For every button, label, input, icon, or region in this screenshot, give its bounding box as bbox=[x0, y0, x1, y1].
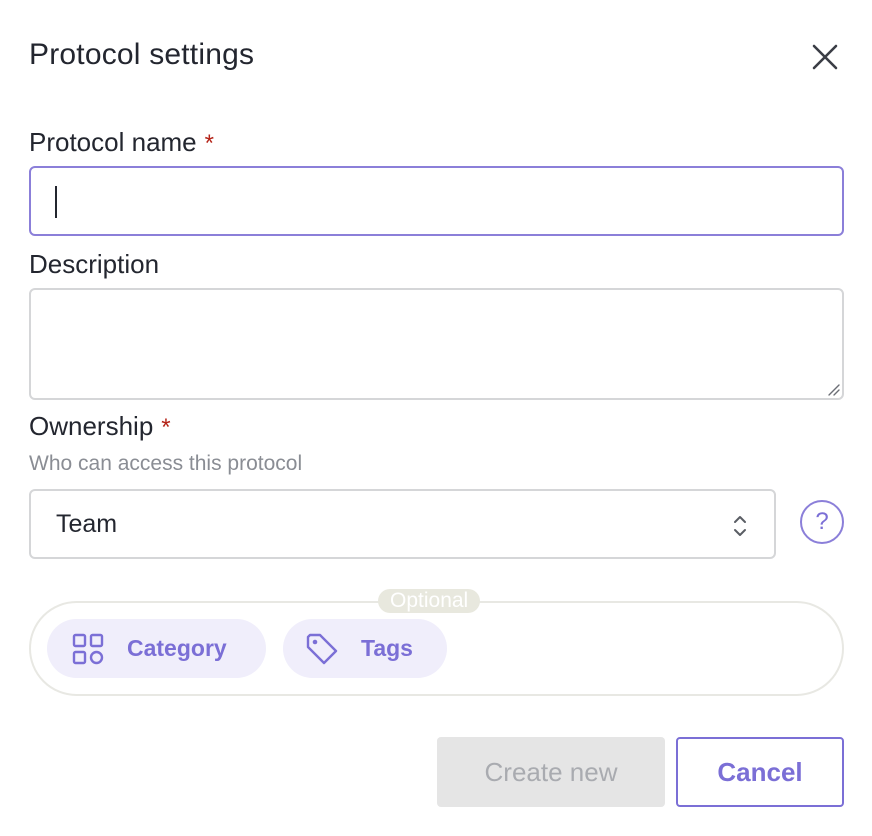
tags-chip[interactable]: Tags bbox=[283, 619, 447, 678]
protocol-name-label: Protocol name * bbox=[29, 127, 214, 158]
cancel-button[interactable]: Cancel bbox=[676, 737, 844, 807]
ownership-selected-value: Team bbox=[56, 509, 118, 538]
question-mark-icon: ? bbox=[815, 508, 829, 535]
required-mark: * bbox=[161, 414, 171, 441]
close-button[interactable] bbox=[806, 38, 844, 76]
protocol-settings-dialog: Protocol settings Protocol name * Descrip… bbox=[0, 0, 872, 836]
category-chip[interactable]: Category bbox=[47, 619, 266, 678]
protocol-name-label-text: Protocol name bbox=[29, 127, 197, 157]
grid-icon bbox=[71, 632, 105, 666]
required-mark: * bbox=[204, 130, 214, 157]
dialog-title: Protocol settings bbox=[29, 38, 255, 71]
ownership-label: Ownership * bbox=[29, 411, 171, 442]
ownership-select[interactable]: Team bbox=[29, 489, 776, 559]
ownership-label-text: Ownership bbox=[29, 411, 154, 441]
text-caret bbox=[55, 186, 57, 218]
optional-badge: Optional bbox=[378, 589, 481, 613]
chevron-up-down-icon bbox=[734, 516, 746, 536]
close-icon bbox=[812, 44, 838, 70]
resize-handle-icon[interactable] bbox=[826, 382, 840, 396]
ownership-hint: Who can access this protocol bbox=[29, 452, 303, 475]
description-textarea[interactable] bbox=[29, 288, 844, 400]
tags-chip-label: Tags bbox=[361, 635, 413, 661]
help-button[interactable]: ? bbox=[800, 500, 844, 544]
description-label: Description bbox=[29, 249, 160, 279]
create-new-button[interactable]: Create new bbox=[437, 737, 665, 807]
protocol-name-input[interactable] bbox=[29, 166, 844, 236]
category-chip-label: Category bbox=[127, 635, 227, 661]
tag-icon bbox=[305, 632, 339, 666]
